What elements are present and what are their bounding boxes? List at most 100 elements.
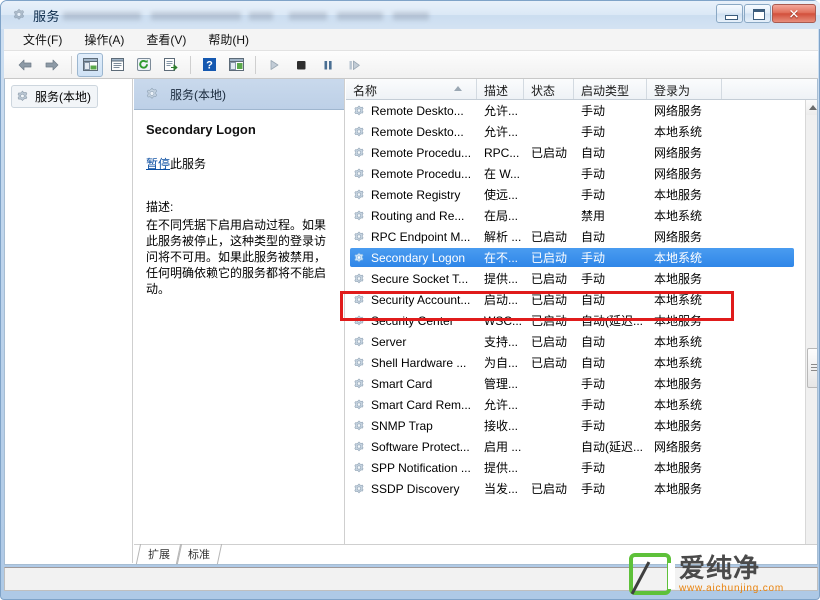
column-description[interactable]: 描述 [477, 79, 524, 99]
watermark-logo-icon [629, 553, 675, 595]
scroll-up-button[interactable] [806, 100, 817, 115]
cell-text: 本地服务 [654, 377, 703, 391]
column-filler[interactable] [722, 79, 817, 99]
cell-startup-type: 自动 [574, 333, 647, 350]
cell-text: 网络服务 [654, 167, 703, 181]
cell-text: 网络服务 [654, 440, 703, 454]
properties-button[interactable] [104, 53, 130, 77]
column-log-on-as[interactable]: 登录为 [647, 79, 722, 99]
cell-status: 已启动 [524, 249, 574, 266]
table-row[interactable]: Shell Hardware ... 为自... 已启动 自动 本地系统 [346, 352, 805, 373]
list-vertical-scrollbar[interactable] [805, 100, 817, 563]
scrollbar-thumb[interactable] [807, 348, 817, 388]
cell-text: 管理... [484, 377, 519, 391]
help-button[interactable]: ? [196, 53, 222, 77]
cell-text: 网络服务 [654, 104, 703, 118]
service-gear-icon [354, 104, 364, 115]
cell-status: 已启动 [524, 480, 574, 497]
cell-status: 已启动 [524, 312, 574, 329]
cell-text: 本地服务 [654, 272, 703, 286]
table-row[interactable]: Smart Card 管理... 手动 本地服务 [346, 373, 805, 394]
refresh-button[interactable] [131, 53, 157, 77]
table-row[interactable]: Secure Socket T... 提供... 已启动 手动 本地服务 [346, 268, 805, 289]
table-row[interactable]: Server 支持... 已启动 自动 本地系统 [346, 331, 805, 352]
tree-item-services-local[interactable]: 服务(本地) [11, 85, 98, 108]
show-hide-console-tree-button[interactable] [77, 52, 103, 77]
service-gear-icon [354, 251, 364, 262]
table-row[interactable]: RPC Endpoint M... 解析 ... 已启动 自动 网络服务 [346, 226, 805, 247]
column-startup-type[interactable]: 启动类型 [574, 79, 647, 99]
watermark: 爱纯净 www.aichunjing.com [629, 549, 819, 599]
cell-status: 已启动 [524, 333, 574, 350]
cell-text: 手动 [581, 167, 606, 181]
table-row[interactable]: Remote Procedu... 在 W... 手动 网络服务 [346, 163, 805, 184]
minimize-button[interactable] [716, 4, 743, 23]
menu-action[interactable]: 操作(A) [73, 29, 135, 51]
start-service-button[interactable] [261, 53, 287, 77]
table-row-selected[interactable]: Secondary Logon 在不... 已启动 手动 本地系统 [346, 247, 805, 268]
menu-view[interactable]: 查看(V) [135, 29, 197, 51]
cell-text: 已启动 [531, 293, 568, 307]
cell-text: 已启动 [531, 356, 568, 370]
cell-text: 为自... [484, 356, 519, 370]
forward-button[interactable] [39, 53, 65, 77]
maximize-button[interactable] [744, 4, 771, 23]
cell-name: Smart Card [346, 377, 477, 391]
stop-service-button[interactable] [288, 53, 314, 77]
tab-standard[interactable]: 标准 [175, 544, 223, 564]
table-row[interactable]: Software Protect... 启用 ... 自动(延迟... 网络服务 [346, 436, 805, 457]
table-row[interactable]: Security Account... 启动... 已启动 自动 本地系统 [346, 289, 805, 310]
watermark-text: 爱纯净 www.aichunjing.com [679, 555, 784, 594]
pause-service-button[interactable] [315, 53, 341, 77]
table-row[interactable]: SPP Notification ... 提供... 手动 本地服务 [346, 457, 805, 478]
cell-description: 提供... [477, 270, 524, 287]
export-list-button[interactable] [158, 53, 184, 77]
minimize-icon [725, 15, 738, 20]
table-row[interactable]: SNMP Trap 接收... 手动 本地服务 [346, 415, 805, 436]
cell-text: 本地系统 [654, 398, 703, 412]
menu-help[interactable]: 帮助(H) [197, 29, 260, 51]
cell-log-on-as: 本地服务 [647, 459, 722, 476]
table-row[interactable]: Routing and Re... 在局... 禁用 本地系统 [346, 205, 805, 226]
table-row[interactable]: Remote Deskto... 允许... 手动 网络服务 [346, 100, 805, 121]
close-button[interactable]: ✕ [772, 4, 816, 23]
menu-file[interactable]: 文件(F) [12, 29, 73, 51]
cell-description: 提供... [477, 459, 524, 476]
table-row[interactable]: SSDP Discovery 当发... 已启动 手动 本地服务 [346, 478, 805, 499]
cell-startup-type: 手动 [574, 186, 647, 203]
cell-text: 已启动 [531, 251, 568, 265]
table-row[interactable]: Smart Card Rem... 允许... 手动 本地系统 [346, 394, 805, 415]
table-row[interactable]: Remote Deskto... 允许... 手动 本地系统 [346, 121, 805, 142]
cell-text: SNMP Trap [371, 418, 433, 433]
title-bar: 服务 ✕ [1, 1, 820, 29]
cell-text: 手动 [581, 419, 606, 433]
cell-log-on-as: 本地服务 [647, 480, 722, 497]
cell-text: 手动 [581, 272, 606, 286]
back-button[interactable] [12, 53, 38, 77]
menu-bar: 文件(F) 操作(A) 查看(V) 帮助(H) [4, 29, 818, 51]
column-status[interactable]: 状态 [524, 79, 574, 99]
table-row[interactable]: Security Center WSC... 已启动 自动(延迟... 本地服务 [346, 310, 805, 331]
cell-name: Remote Registry [346, 188, 477, 202]
cell-text: 自动 [581, 293, 606, 307]
table-row[interactable]: Remote Procedu... RPC... 已启动 自动 网络服务 [346, 142, 805, 163]
cell-name: Security Center [346, 314, 477, 328]
cell-text: 自动(延迟... [581, 440, 643, 454]
cell-name: Remote Procedu... [346, 146, 477, 160]
cell-text: 手动 [581, 188, 606, 202]
forward-icon [45, 59, 59, 70]
service-gear-icon [354, 125, 364, 136]
pause-service-link[interactable]: 暂停 [146, 157, 170, 171]
cell-startup-type: 自动 [574, 144, 647, 161]
cell-log-on-as: 网络服务 [647, 165, 722, 182]
stop-icon [297, 60, 306, 69]
cell-text: Security Account... [371, 292, 471, 307]
tab-extended[interactable]: 扩展 [135, 544, 183, 564]
cell-text: 提供... [484, 461, 519, 475]
cell-name: Secure Socket T... [346, 272, 477, 286]
service-gear-icon [354, 167, 364, 178]
table-row[interactable]: Remote Registry 使远... 手动 本地服务 [346, 184, 805, 205]
restart-service-button[interactable] [342, 53, 368, 77]
show-hide-action-pane-button[interactable] [223, 53, 249, 77]
column-name[interactable]: 名称 [346, 79, 477, 99]
